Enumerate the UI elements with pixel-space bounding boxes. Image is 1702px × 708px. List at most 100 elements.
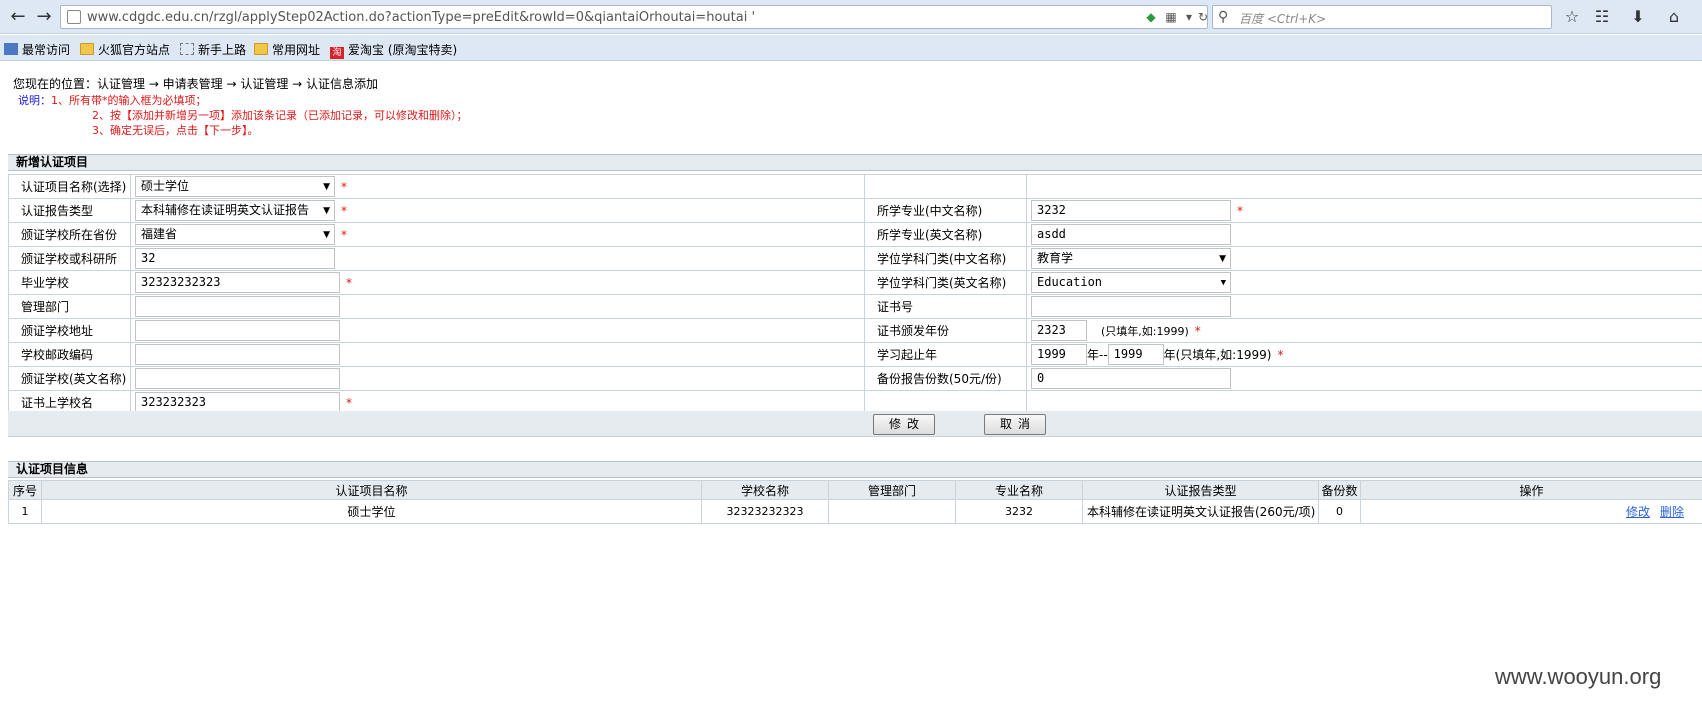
qrcode-icon[interactable]: ▦ xyxy=(1163,9,1179,25)
dept-label: 管理部门 xyxy=(8,294,131,319)
reload-icon[interactable]: ↻ xyxy=(1195,9,1211,25)
grad-school-label: 毕业学校 xyxy=(8,270,131,295)
required-mark: * xyxy=(1277,347,1284,362)
form-button-bar: 修改 取消 xyxy=(8,411,1702,437)
instructions-label: 说明： xyxy=(18,94,51,107)
taobao-icon: 淘 xyxy=(330,47,344,59)
row-major: 3232 xyxy=(955,499,1083,524)
bookmarks-bar: 最常访问 火狐官方站点 新手上路 常用网址 淘爱淘宝 (原淘宝特卖) xyxy=(0,35,1702,61)
study-end-input[interactable]: 1999 xyxy=(1107,344,1164,365)
row-number: 1 xyxy=(8,499,42,524)
records-table: 序号 认证项目名称 学校名称 管理部门 专业名称 认证报告类型 备份数 操作 1… xyxy=(8,480,1702,524)
province-select[interactable]: 福建省 ▼ xyxy=(135,224,335,245)
row-actions: 修改 删除 xyxy=(1360,499,1702,524)
row-dept xyxy=(828,499,956,524)
page-icon xyxy=(67,10,81,24)
row-report-type: 本科辅修在读证明英文认证报告(260元/项) xyxy=(1082,499,1319,524)
watermark: www.wooyun.org xyxy=(1495,664,1662,689)
copies-input[interactable]: 0 xyxy=(1031,368,1231,389)
copies-label: 备份报告份数(50元/份) xyxy=(864,366,1027,391)
table-row: 1 硕士学位 32323232323 3232 本科辅修在读证明英文认证报告(2… xyxy=(8,499,1702,524)
home-icon[interactable]: ⌂ xyxy=(1662,5,1686,29)
chevron-down-icon: ▼ xyxy=(323,182,330,192)
download-icon[interactable]: ⬇ xyxy=(1626,5,1650,29)
url-bar[interactable]: www.cdgdc.edu.cn/rzgl/applyStep02Action.… xyxy=(60,5,1208,29)
postcode-label: 学校邮政编码 xyxy=(8,342,131,367)
category-cn-label: 学位学科门类(中文名称) xyxy=(864,246,1027,271)
library-icon[interactable]: ☷ xyxy=(1590,5,1614,29)
edit-link[interactable]: 修改 xyxy=(1626,505,1650,519)
instruction-2: 2、按【添加并新增另一项】添加该条记录（已添加记录，可以修改和删除）； xyxy=(92,109,468,122)
postcode-input[interactable] xyxy=(135,344,340,365)
study-separator: 年-- xyxy=(1087,348,1108,362)
grad-school-input[interactable]: 32323232323 xyxy=(135,272,340,293)
bookmark-common-sites[interactable]: 常用网址 xyxy=(254,41,320,58)
star-icon[interactable]: ☆ xyxy=(1560,5,1584,29)
major-en-label: 所学专业(英文名称) xyxy=(864,222,1027,247)
major-cn-input[interactable]: 3232 xyxy=(1031,200,1231,221)
item-name-label: 认证项目名称(选择) xyxy=(8,174,131,199)
column-header: 认证报告类型 xyxy=(1082,480,1319,500)
study-start-input[interactable]: 1999 xyxy=(1031,344,1087,365)
row-item-name: 硕士学位 xyxy=(41,499,702,524)
category-cn-select[interactable]: 教育学 ▼ xyxy=(1031,248,1231,269)
category-en-select[interactable]: Education ▼ xyxy=(1031,272,1231,293)
required-mark: * xyxy=(1194,323,1201,338)
instructions: 说明：1、所有带*的输入框为必填项； 2、按【添加并新增另一项】添加该条记录（已… xyxy=(18,93,468,138)
search-icon: ⚲ xyxy=(1218,9,1229,25)
new-item-form: 认证项目名称(选择) 硕士学位 ▼ * 认证报告类型 本科辅修在读证明英文认证报告 ▼… xyxy=(8,174,1702,415)
folder-icon xyxy=(80,43,94,55)
shield-icon[interactable]: ◆ xyxy=(1143,9,1159,25)
report-type-label: 认证报告类型 xyxy=(8,198,131,223)
table-header-row: 序号 认证项目名称 学校名称 管理部门 专业名称 认证报告类型 备份数 操作 xyxy=(8,480,1702,500)
chevron-down-icon: ▼ xyxy=(323,230,330,240)
delete-link[interactable]: 删除 xyxy=(1660,505,1684,519)
column-header: 学校名称 xyxy=(701,480,829,500)
required-mark: * xyxy=(346,395,352,410)
bookmark-most-visited[interactable]: 最常访问 xyxy=(4,41,70,58)
cert-no-label: 证书号 xyxy=(864,294,1027,319)
chevron-down-icon: ▼ xyxy=(1219,254,1226,264)
browser-toolbar: ← → www.cdgdc.edu.cn/rzgl/applyStep02Act… xyxy=(0,0,1702,34)
folder-icon xyxy=(254,43,268,55)
forward-icon[interactable]: → xyxy=(32,5,56,29)
column-header: 管理部门 xyxy=(828,480,956,500)
required-mark: * xyxy=(341,227,347,242)
column-header: 认证项目名称 xyxy=(41,480,702,500)
address-label: 颁证学校地址 xyxy=(8,318,131,343)
institute-input[interactable]: 32 xyxy=(135,248,335,269)
row-school: 32323232323 xyxy=(701,499,829,524)
item-name-select[interactable]: 硕士学位 ▼ xyxy=(135,176,335,197)
required-mark: * xyxy=(341,179,347,194)
cert-school-input[interactable]: 323232323 xyxy=(135,392,340,413)
bookmark-ai-taobao[interactable]: 淘爱淘宝 (原淘宝特卖) xyxy=(330,41,457,59)
school-en-input[interactable] xyxy=(135,368,340,389)
instruction-3: 3、确定无误后，点击【下一步】。 xyxy=(92,124,259,137)
search-bar[interactable]: ⚲ 百度 <Ctrl+K> xyxy=(1212,5,1552,29)
institute-label: 颁证学校或科研所 xyxy=(8,246,131,271)
required-mark: * xyxy=(346,275,352,290)
province-label: 颁证学校所在省份 xyxy=(8,222,131,247)
study-years-hint: 年(只填年,如:1999) xyxy=(1163,348,1272,362)
chevron-down-icon: ▼ xyxy=(1220,278,1226,288)
cancel-button[interactable]: 取消 xyxy=(984,414,1046,435)
back-icon[interactable]: ← xyxy=(6,5,30,29)
cert-no-input[interactable] xyxy=(1031,296,1231,317)
category-en-label: 学位学科门类(英文名称) xyxy=(864,270,1027,295)
study-years-label: 学习起止年 xyxy=(864,342,1027,367)
instruction-1: 1、所有带*的输入框为必填项； xyxy=(51,94,207,107)
bookmark-icon xyxy=(4,43,18,55)
bookmark-firefox-site[interactable]: 火狐官方站点 xyxy=(80,41,170,58)
report-type-select[interactable]: 本科辅修在读证明英文认证报告 ▼ xyxy=(135,200,335,221)
major-en-input[interactable]: asdd xyxy=(1031,224,1231,245)
required-mark: * xyxy=(341,203,347,218)
issue-year-label: 证书颁发年份 xyxy=(864,318,1027,343)
column-header: 序号 xyxy=(8,480,42,500)
issue-year-input[interactable]: 2323 xyxy=(1031,320,1087,341)
chevron-down-icon: ▼ xyxy=(323,206,330,216)
new-item-section-title: 新增认证项目 xyxy=(8,154,1702,171)
bookmark-getting-started[interactable]: 新手上路 xyxy=(180,41,246,58)
modify-button[interactable]: 修改 xyxy=(873,414,935,435)
address-input[interactable] xyxy=(135,320,340,341)
dept-input[interactable] xyxy=(135,296,340,317)
